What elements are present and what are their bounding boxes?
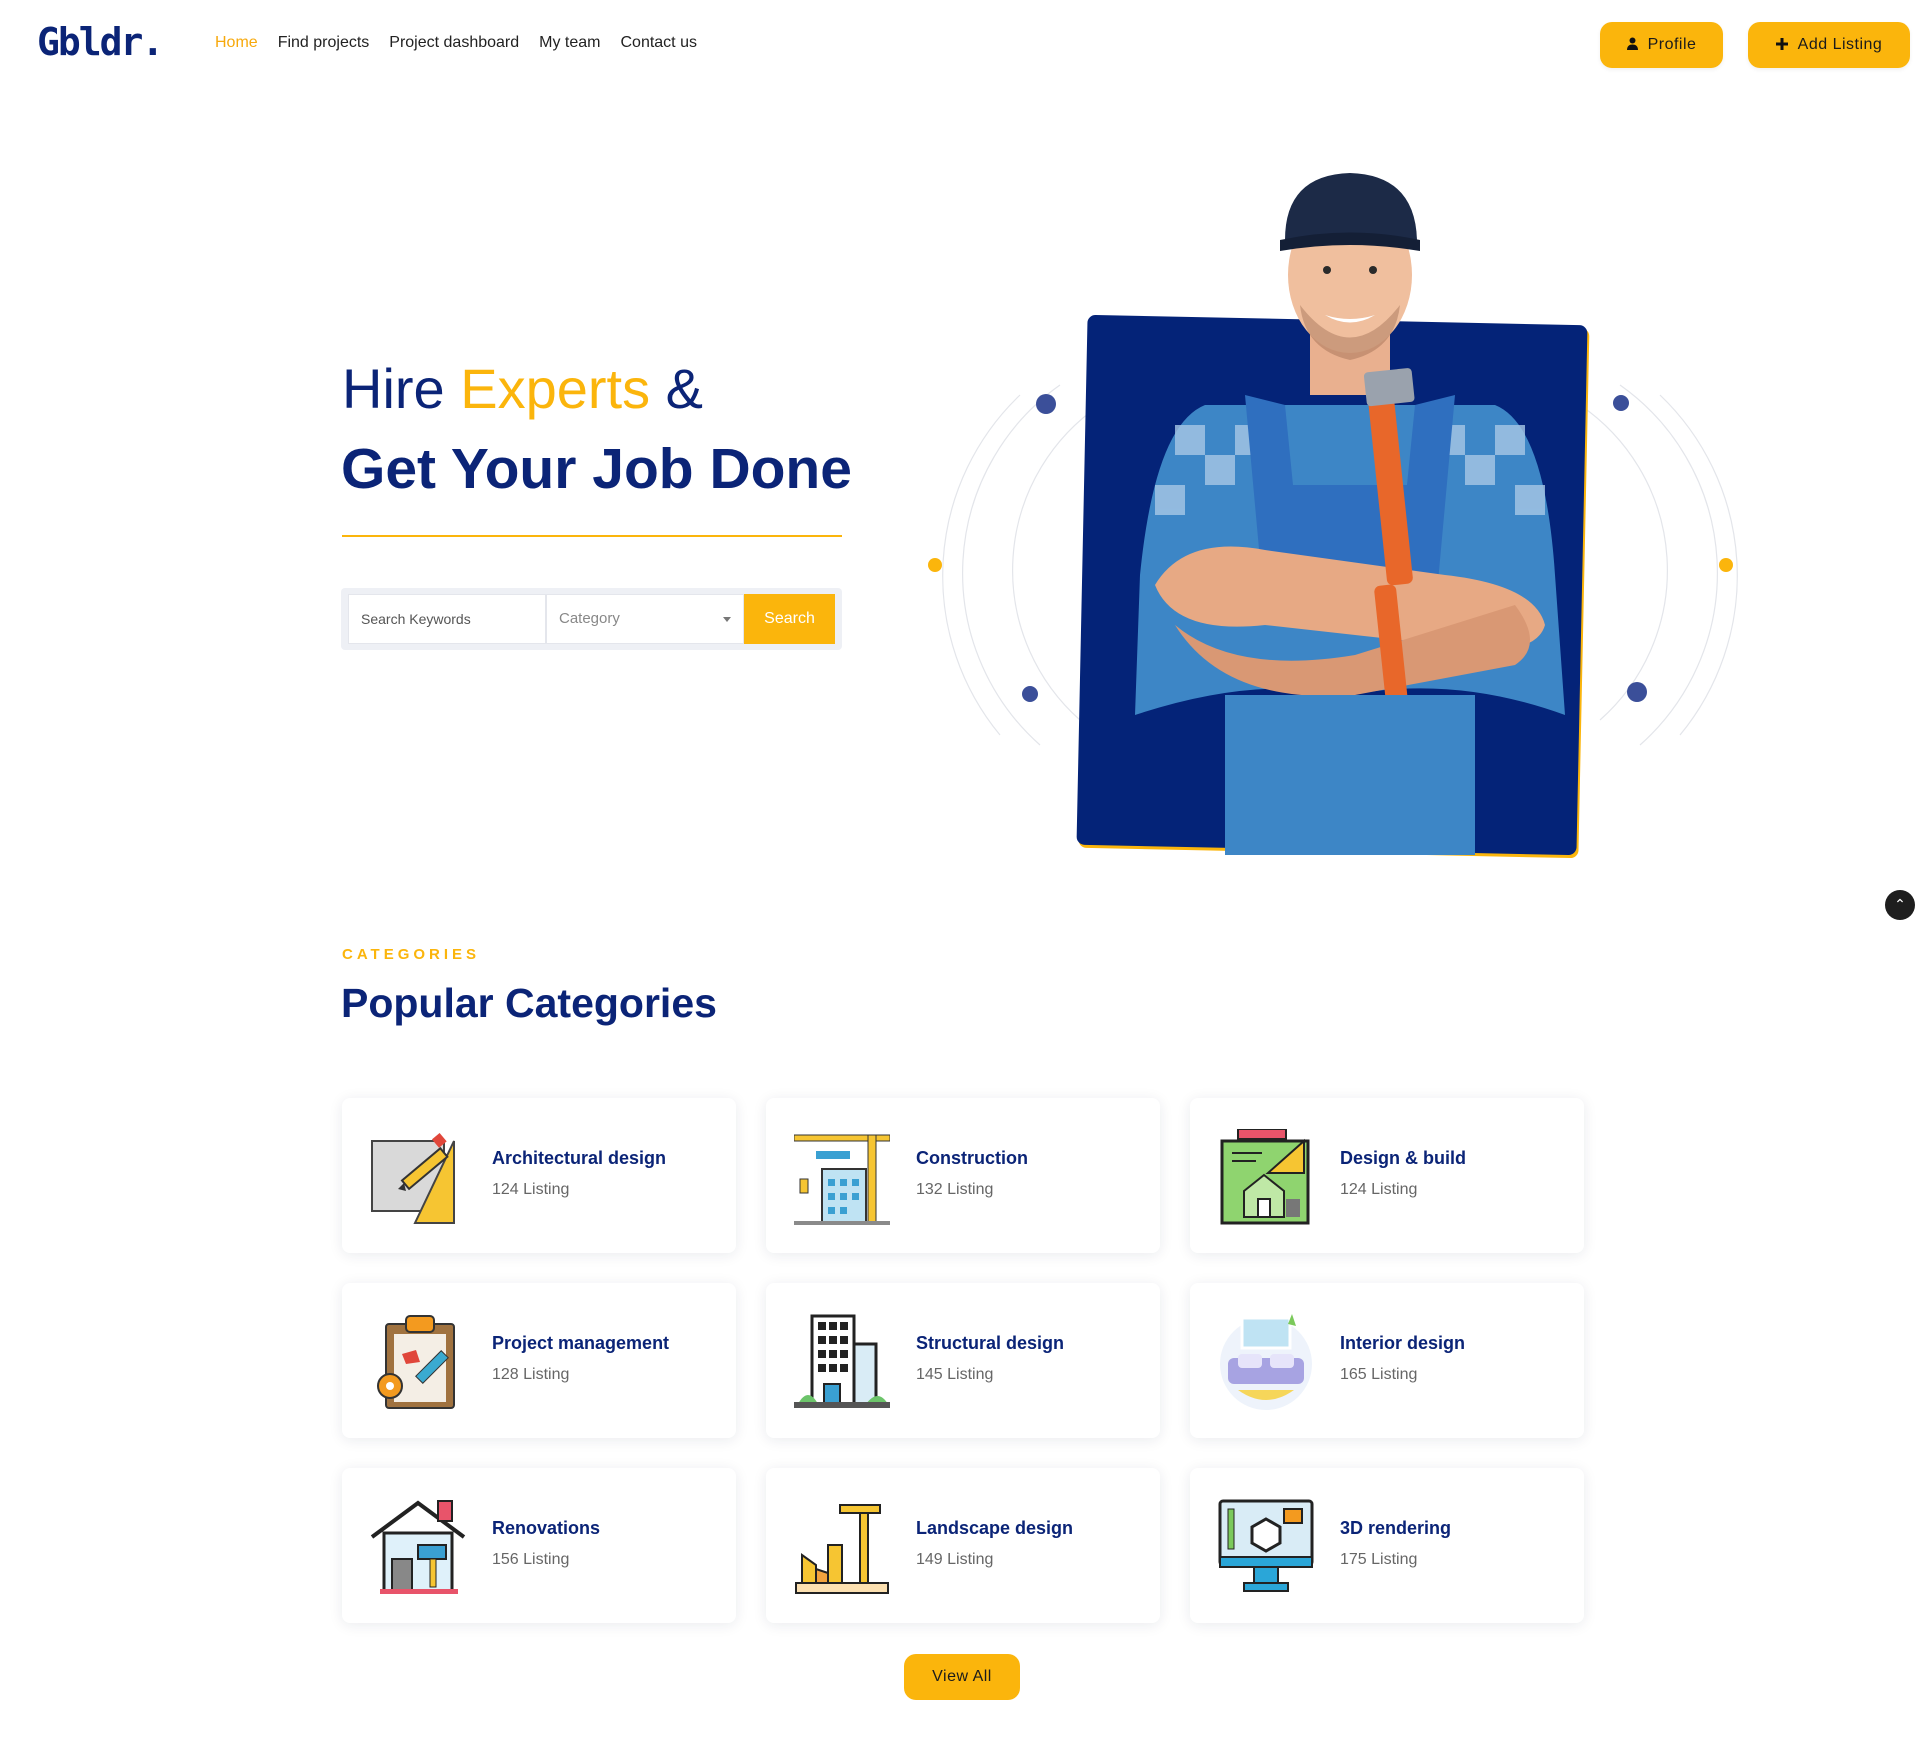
category-card-construction[interactable]: Construction 132 Listing xyxy=(766,1098,1160,1253)
category-count: 156 Listing xyxy=(492,1551,570,1568)
category-card-project-management[interactable]: Project management 128 Listing xyxy=(342,1283,736,1438)
category-name: Architectural design xyxy=(492,1148,667,1168)
logo[interactable]: Gbldr. xyxy=(37,20,164,64)
category-card-renovations[interactable]: Renovations 156 Listing xyxy=(342,1468,736,1623)
hero-heading-line2: Get Your Job Done xyxy=(341,437,852,501)
view-all-button[interactable]: View All xyxy=(904,1654,1020,1700)
category-card-landscape-design[interactable]: Landscape design 149 Listing xyxy=(766,1468,1160,1623)
search-bar: Search Keywords Category Search xyxy=(341,588,842,650)
category-count: 132 Listing xyxy=(916,1181,994,1198)
plus-icon xyxy=(1775,37,1788,54)
main-nav: Home Find projects Project dashboard My … xyxy=(215,34,697,52)
category-count: 175 Listing xyxy=(1340,1551,1418,1568)
category-count: 124 Listing xyxy=(492,1181,570,1198)
category-count: 145 Listing xyxy=(916,1366,994,1383)
crane-building-icon xyxy=(794,1134,890,1225)
scroll-to-top-button[interactable]: ⌃ xyxy=(1885,890,1915,920)
clipboard-gear-icon xyxy=(377,1315,455,1409)
category-count: 165 Listing xyxy=(1340,1366,1418,1383)
category-count: 128 Listing xyxy=(492,1366,570,1383)
plumber-image xyxy=(1135,173,1565,855)
hero-text-experts: Experts xyxy=(460,357,651,420)
sofa-icon xyxy=(1220,1314,1312,1410)
category-name: Structural design xyxy=(916,1333,1065,1353)
section-kicker: CATEGORIES xyxy=(342,946,481,963)
monitor-cube-icon xyxy=(1218,1499,1314,1592)
nav-home[interactable]: Home xyxy=(215,34,258,52)
category-count: 149 Listing xyxy=(916,1551,994,1568)
category-select[interactable]: Category xyxy=(546,594,744,644)
profile-button[interactable]: Profile xyxy=(1600,22,1723,68)
category-card-structural-design[interactable]: Structural design 145 Listing xyxy=(766,1283,1160,1438)
hero-text-amp: & xyxy=(650,357,704,420)
hero-heading-line1: Hire Experts & xyxy=(342,356,703,421)
category-name: Landscape design xyxy=(916,1518,1074,1538)
house-paint-icon xyxy=(370,1500,466,1594)
construction-site-icon xyxy=(795,1504,889,1594)
profile-label: Profile xyxy=(1647,36,1697,53)
categories-grid: Architectural design 124 Listing Constru… xyxy=(342,1098,1586,1623)
category-name: 3D rendering xyxy=(1340,1518,1452,1538)
hero-divider xyxy=(342,535,842,537)
nav-contact-us[interactable]: Contact us xyxy=(620,34,696,52)
category-card-3d-rendering[interactable]: 3D rendering 175 Listing xyxy=(1190,1468,1584,1623)
search-keywords-input[interactable]: Search Keywords xyxy=(348,594,546,644)
category-card-interior-design[interactable]: Interior design 165 Listing xyxy=(1190,1283,1584,1438)
category-name: Project management xyxy=(492,1333,670,1353)
nav-my-team[interactable]: My team xyxy=(539,34,600,52)
search-button[interactable]: Search xyxy=(744,594,835,644)
category-card-architectural-design[interactable]: Architectural design 124 Listing xyxy=(342,1098,736,1253)
add-listing-label: Add Listing xyxy=(1797,36,1883,53)
office-building-icon xyxy=(794,1314,890,1408)
category-name: Renovations xyxy=(492,1518,601,1538)
category-select-value: Category xyxy=(559,610,620,627)
category-name: Design & build xyxy=(1340,1148,1466,1168)
user-icon xyxy=(1626,37,1638,54)
hero-text-hire: Hire xyxy=(342,357,461,420)
section-title: Popular Categories xyxy=(341,980,717,1026)
nav-project-dashboard[interactable]: Project dashboard xyxy=(389,34,519,52)
category-card-design-build[interactable]: Design & build 124 Listing xyxy=(1190,1098,1584,1253)
category-name: Construction xyxy=(916,1148,1028,1168)
caret-down-icon xyxy=(723,617,731,622)
chevron-up-icon: ⌃ xyxy=(1894,896,1906,912)
category-count: 124 Listing xyxy=(1340,1181,1418,1198)
page: Gbldr. Home Find projects Project dashbo… xyxy=(0,0,1920,1763)
add-listing-button[interactable]: Add Listing xyxy=(1748,22,1910,68)
nav-find-projects[interactable]: Find projects xyxy=(278,34,370,52)
blueprint-pencil-icon xyxy=(371,1132,455,1224)
house-plan-icon xyxy=(1220,1129,1310,1225)
category-name: Interior design xyxy=(1340,1333,1466,1353)
